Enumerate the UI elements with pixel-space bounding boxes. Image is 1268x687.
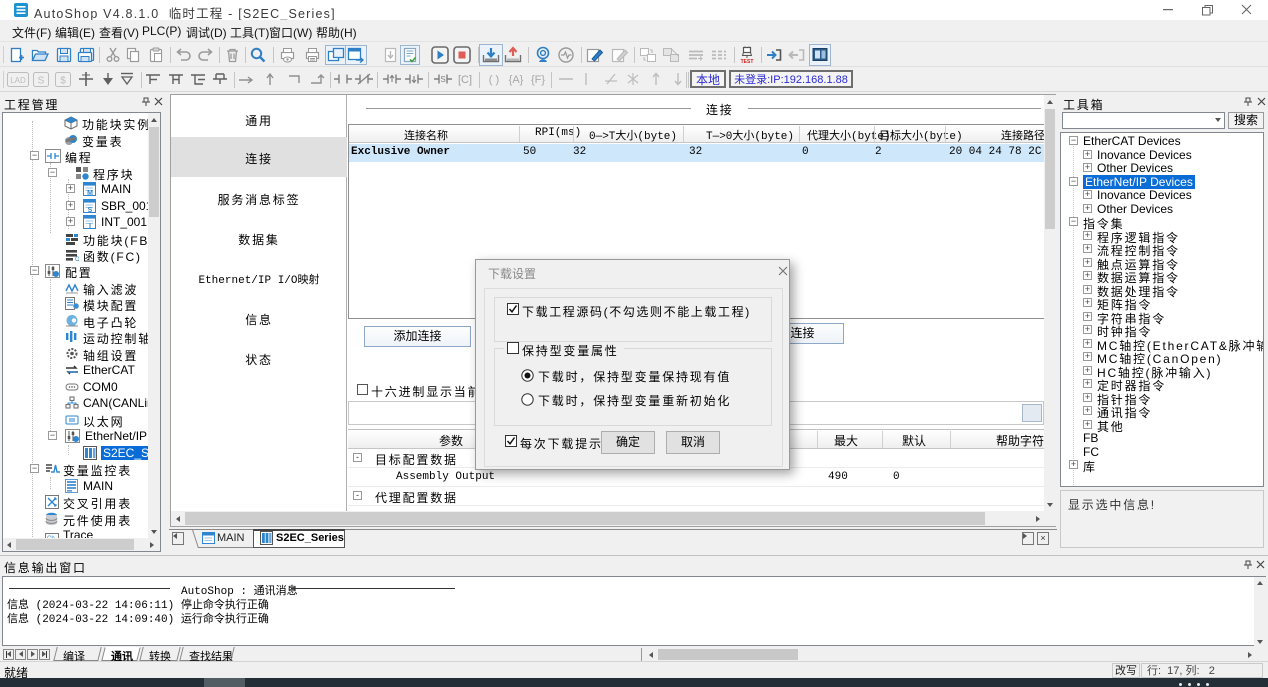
svg-text:S: S: [88, 207, 93, 213]
svg-text:TEST: TEST: [741, 59, 754, 64]
svg-text:O: O: [75, 257, 79, 261]
svg-text:{A}: {A}: [509, 74, 524, 86]
svg-text:S: S: [440, 75, 445, 84]
svg-text:LAD: LAD: [10, 76, 26, 85]
svg-text:M: M: [87, 190, 93, 196]
svg-text:S: S: [38, 76, 45, 87]
svg-text:$: $: [60, 76, 66, 87]
svg-text:[C]: [C]: [458, 74, 472, 86]
svg-text:( ): ( ): [489, 74, 499, 86]
svg-text:I: I: [89, 223, 91, 229]
svg-text:{F}: {F}: [531, 74, 545, 86]
